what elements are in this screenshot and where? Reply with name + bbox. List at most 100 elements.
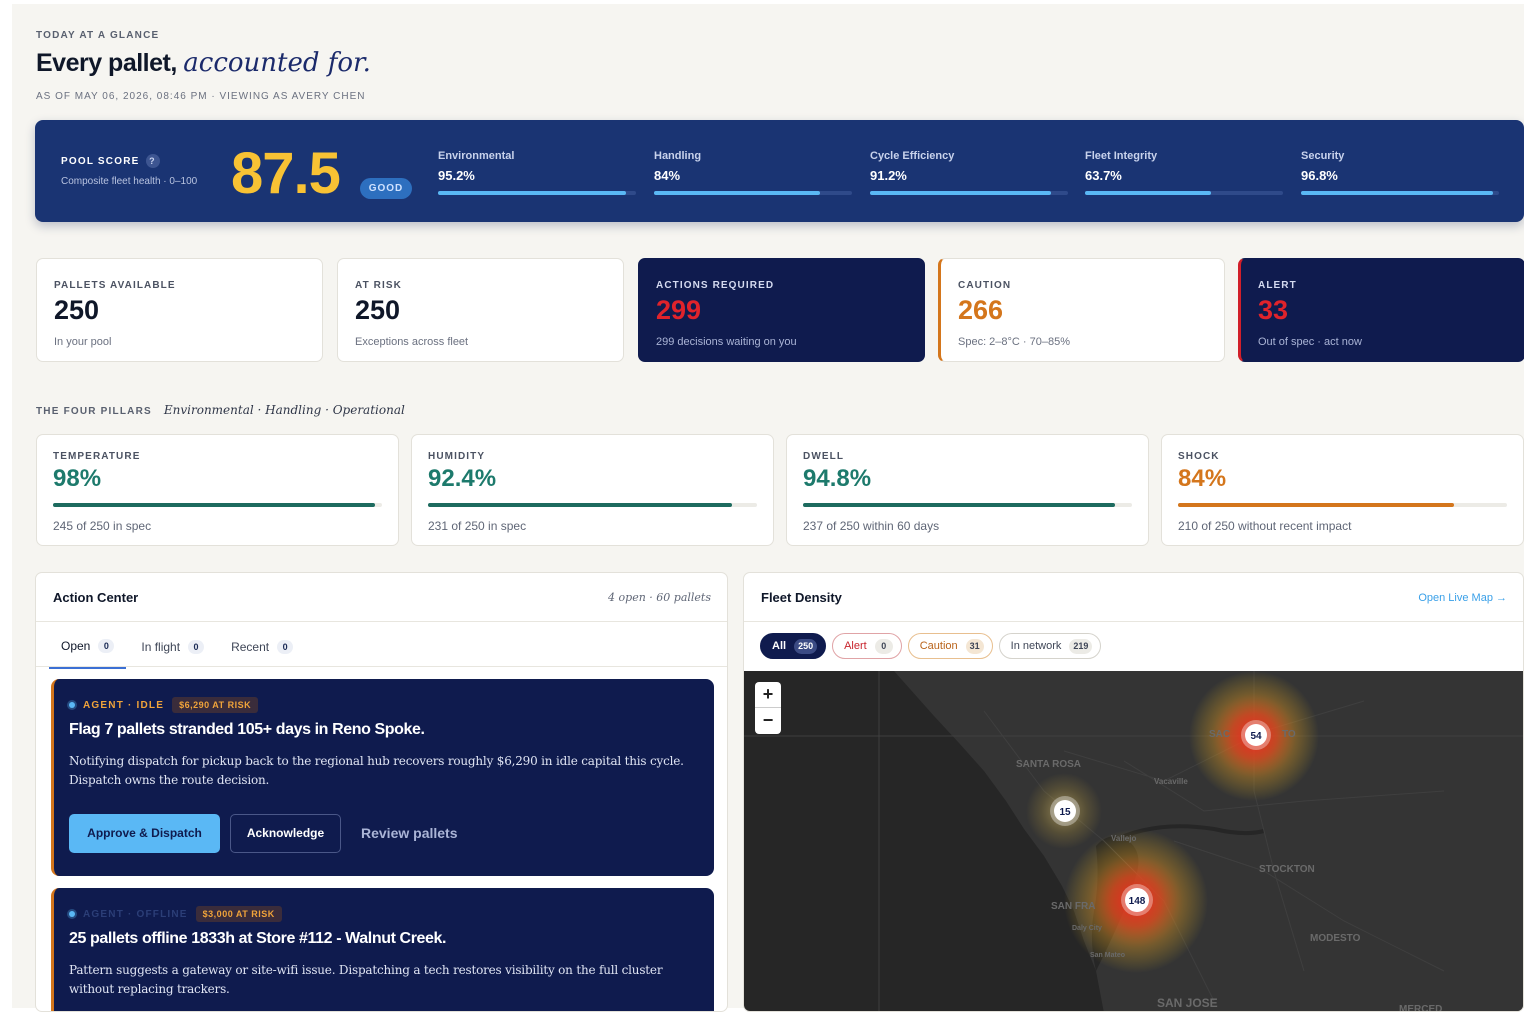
chip-label: In network xyxy=(1010,640,1062,652)
metric-track xyxy=(438,191,636,195)
pillar-shock[interactable]: SHOCK 84% 210 of 250 without recent impa… xyxy=(1161,434,1524,546)
pillar-caption: 245 of 250 in spec xyxy=(53,519,152,533)
stat-label: AT RISK xyxy=(355,280,402,291)
tab-label: Recent xyxy=(231,640,270,654)
metric-name: Security xyxy=(1301,150,1345,162)
map-label-stockton: STOCKTON xyxy=(1259,864,1315,875)
pool-score-subtitle: Composite fleet health · 0–100 xyxy=(61,176,198,187)
pillars-subtitle: Environmental · Handling · Operational xyxy=(163,403,405,417)
metric-value: 91.2% xyxy=(870,168,907,183)
tab-count-badge: 0 xyxy=(188,640,205,654)
cluster-count: 15 xyxy=(1059,807,1071,818)
pillar-label: TEMPERATURE xyxy=(53,451,141,462)
pillar-humidity[interactable]: HUMIDITY 92.4% 231 of 250 in spec xyxy=(411,434,774,546)
metric-track xyxy=(1301,191,1499,195)
pool-score-label-text: POOL SCORE xyxy=(61,156,140,167)
metric-fill xyxy=(870,191,1051,195)
metric-value: 63.7% xyxy=(1085,168,1122,183)
risk-badge: $3,000 AT RISK xyxy=(195,906,282,922)
stat-pallets-available[interactable]: PALLETS AVAILABLE 250 In your pool xyxy=(36,258,323,362)
stat-caution[interactable]: CAUTION 266 Spec: 2–8°C · 70–85% xyxy=(938,258,1225,362)
stat-at-risk[interactable]: AT RISK 250 Exceptions across fleet xyxy=(337,258,624,362)
cluster-marker-sacramento: 54 xyxy=(1241,720,1271,750)
pillar-value: 92.4% xyxy=(428,465,497,492)
help-icon[interactable]: ? xyxy=(145,154,160,168)
pillar-fill xyxy=(803,503,1115,507)
tab-count-badge: 0 xyxy=(277,640,294,654)
zoom-in-button[interactable]: + xyxy=(755,682,781,708)
map-label-daly-city: Daly City xyxy=(1072,925,1102,932)
metric-track xyxy=(870,191,1068,195)
acknowledge-button[interactable]: Acknowledge xyxy=(230,814,341,853)
metric-fill xyxy=(438,191,627,195)
divider xyxy=(744,621,1523,622)
pillar-label: SHOCK xyxy=(1178,451,1220,462)
metric-value: 96.8% xyxy=(1301,168,1338,183)
chip-count: 219 xyxy=(1069,638,1093,654)
stat-alert[interactable]: ALERT 33 Out of spec · act now xyxy=(1238,258,1524,362)
divider xyxy=(36,621,727,622)
pillar-track xyxy=(428,503,757,507)
pillar-caption: 210 of 250 without recent impact xyxy=(1178,519,1352,533)
density-map[interactable]: SANTA ROSA Vacaville Vallejo STOCKTON MO… xyxy=(744,671,1523,1011)
stat-caption: Exceptions across fleet xyxy=(355,336,469,348)
metric-environmental: Environmental 95.2% xyxy=(438,150,636,195)
metric-track xyxy=(654,191,852,195)
stat-label: ALERT xyxy=(1258,280,1297,291)
filter-chip-all[interactable]: All 250 xyxy=(760,633,827,659)
metric-fill xyxy=(1085,191,1212,195)
approve-dispatch-button[interactable]: Approve & Dispatch xyxy=(69,814,220,853)
pool-score-value: 87.5 xyxy=(231,141,341,206)
metric-name: Environmental xyxy=(438,150,515,162)
action-card-body: Pattern suggests a gateway or site-wifi … xyxy=(69,963,663,996)
metric-track xyxy=(1085,191,1283,195)
tab-in-flight[interactable]: In flight 0 xyxy=(129,637,216,669)
action-card-body: Notifying dispatch for pickup back to th… xyxy=(69,754,684,787)
pillar-caption: 231 of 250 in spec xyxy=(428,519,527,533)
dashboard-page: TODAY AT A GLANCE Every pallet, accounte… xyxy=(12,4,1524,1012)
pillar-temperature[interactable]: TEMPERATURE 98% 245 of 250 in spec xyxy=(36,434,399,546)
pillar-label: HUMIDITY xyxy=(428,451,486,462)
stat-label: ACTIONS REQUIRED xyxy=(656,280,775,291)
stat-actions-required[interactable]: ACTIONS REQUIRED 299 299 decisions waiti… xyxy=(638,258,925,362)
map-label-vallejo: Vallejo xyxy=(1111,834,1136,843)
tab-recent[interactable]: Recent 0 xyxy=(219,637,305,669)
metric-fill xyxy=(654,191,821,195)
tab-label: In flight xyxy=(141,640,181,654)
pool-score-label: POOL SCORE? xyxy=(61,154,160,168)
stat-caption: Spec: 2–8°C · 70–85% xyxy=(958,336,1071,348)
metric-fill xyxy=(1301,191,1493,195)
pillar-fill xyxy=(1178,503,1455,507)
filter-chip-alert[interactable]: Alert 0 xyxy=(832,633,902,659)
action-card-tags: AGENT · IDLE $6,290 AT RISK xyxy=(69,697,259,713)
pillar-dwell[interactable]: DWELL 94.8% 237 of 250 within 60 days xyxy=(786,434,1149,546)
action-center-title: Action Center xyxy=(53,590,139,605)
pillar-caption: 237 of 250 within 60 days xyxy=(803,519,940,533)
action-card-tags: AGENT · OFFLINE $3,000 AT RISK xyxy=(69,906,282,922)
pillar-track xyxy=(803,503,1132,507)
cluster-count: 148 xyxy=(1129,896,1146,907)
pillar-track xyxy=(53,503,382,507)
metric-fleet-integrity: Fleet Integrity 63.7% xyxy=(1085,150,1283,195)
page-eyebrow: TODAY AT A GLANCE xyxy=(36,30,160,41)
tab-open[interactable]: Open 0 xyxy=(49,637,127,669)
pillars-eyebrow: THE FOUR PILLARS xyxy=(36,406,152,417)
pillar-label: DWELL xyxy=(803,451,845,462)
action-tabs: Open 0 In flight 0 Recent 0 xyxy=(49,637,308,669)
cluster-marker-bay-area: 148 xyxy=(1121,884,1153,916)
zoom-out-button[interactable]: − xyxy=(755,708,781,734)
status-dot-icon xyxy=(69,702,75,708)
stat-caption: In your pool xyxy=(54,336,112,348)
page-title-accent: accounted for. xyxy=(183,48,371,78)
open-live-map-link[interactable]: Open Live Map → xyxy=(1418,592,1507,604)
filter-chip-in-network[interactable]: In network 219 xyxy=(998,633,1102,659)
metric-name: Cycle Efficiency xyxy=(870,150,955,162)
cluster-count: 54 xyxy=(1250,731,1262,742)
fleet-density-title: Fleet Density xyxy=(761,590,842,605)
review-pallets-link[interactable]: Review pallets xyxy=(361,825,458,841)
map-label-sacramento-left: SAC xyxy=(1209,729,1230,740)
metric-cycle-efficiency: Cycle Efficiency 91.2% xyxy=(870,150,1068,195)
agent-status: AGENT · IDLE xyxy=(83,699,165,711)
filter-chip-caution[interactable]: Caution 31 xyxy=(907,633,993,659)
stat-value: 250 xyxy=(355,295,401,325)
